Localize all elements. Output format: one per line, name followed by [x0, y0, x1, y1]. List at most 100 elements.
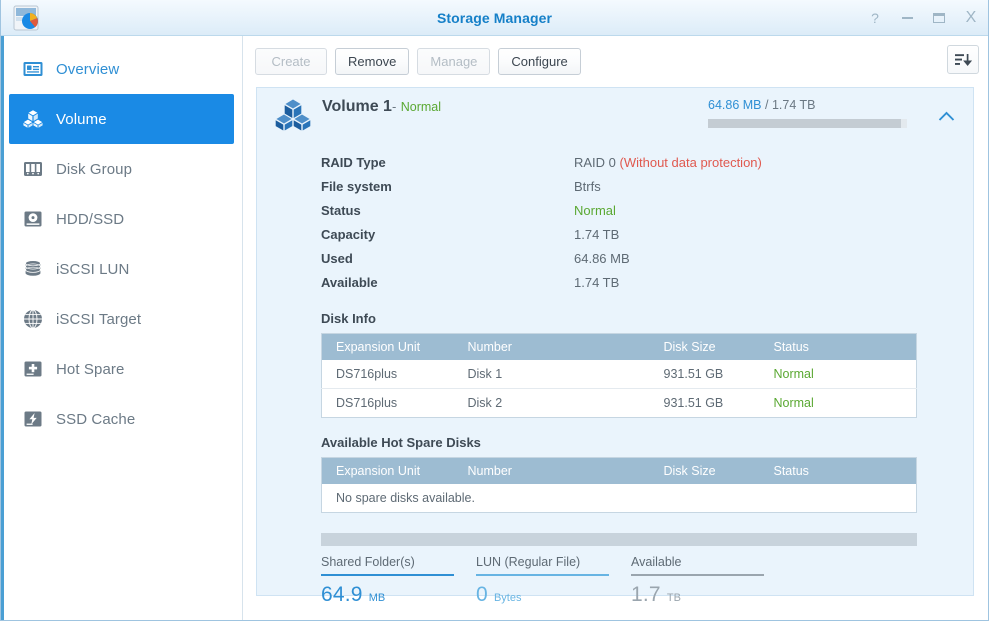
detail-value-text: RAID 0	[574, 155, 620, 170]
stat-unit: MB	[369, 592, 386, 604]
stat-unit: TB	[667, 592, 681, 604]
volume-card: Volume 1- Normal 64.86 MB / 1.74 TB	[256, 87, 974, 596]
detail-label: Available	[321, 275, 574, 290]
table-row[interactable]: DS716plus Disk 2 931.51 GB Normal	[322, 389, 917, 418]
detail-value: 1.74 TB	[574, 275, 619, 290]
hot-spare-title: Available Hot Spare Disks	[321, 435, 973, 450]
sidebar-item-hdd-ssd[interactable]: HDD/SSD	[9, 194, 234, 244]
close-icon[interactable]: X	[962, 9, 980, 27]
iscsi-lun-icon	[22, 258, 44, 280]
storage-manager-icon	[11, 3, 41, 33]
stat-label: Shared Folder(s)	[321, 555, 454, 574]
empty-message: No spare disks available.	[322, 484, 917, 513]
usage-divider: /	[765, 98, 768, 112]
hot-spare-icon	[22, 358, 44, 380]
create-button[interactable]: Create	[255, 48, 327, 75]
stat-value: 0 Bytes	[476, 583, 609, 607]
content-area: Create Remove Manage Configure	[243, 36, 988, 620]
chevron-up-icon[interactable]	[938, 109, 955, 120]
detail-row: Capacity 1.74 TB	[321, 222, 973, 246]
stat-available: Available 1.7 TB	[631, 555, 764, 607]
usage-stats-row: Shared Folder(s) 64.9 MB LUN (Regular Fi…	[321, 555, 917, 607]
column-header-spacer	[878, 458, 917, 484]
sidebar-item-iscsi-target[interactable]: iSCSI Target	[9, 294, 234, 344]
stat-value: 64.9 MB	[321, 583, 454, 607]
volume-header: Volume 1- Normal 64.86 MB / 1.74 TB	[257, 88, 973, 140]
table-header-row: Expansion Unit Number Disk Size Status	[322, 458, 917, 484]
cell-number: Disk 1	[454, 360, 650, 389]
stat-label: Available	[631, 555, 764, 574]
detail-value: 1.74 TB	[574, 227, 619, 242]
column-header-disk-size[interactable]: Disk Size	[650, 334, 760, 360]
volume-usage-bar	[708, 119, 907, 128]
sidebar-item-overview[interactable]: Overview	[9, 44, 234, 94]
detail-row: Status Normal	[321, 198, 973, 222]
sidebar-item-label: Overview	[56, 61, 119, 78]
detail-value: Normal	[574, 203, 616, 218]
detail-row: File system Btrfs	[321, 174, 973, 198]
table-row[interactable]: DS716plus Disk 1 931.51 GB Normal	[322, 360, 917, 389]
column-header-number[interactable]: Number	[454, 334, 650, 360]
stat-number: 64.9	[321, 583, 363, 606]
manage-button[interactable]: Manage	[417, 48, 490, 75]
column-header-expansion-unit[interactable]: Expansion Unit	[322, 458, 454, 484]
volume-title-separator: -	[392, 99, 396, 114]
usage-stats-bar	[321, 533, 917, 546]
volume-name: Volume 1	[322, 98, 392, 115]
table-empty-row: No spare disks available.	[322, 484, 917, 513]
cell-number: Disk 2	[454, 389, 650, 418]
stat-value: 1.7 TB	[631, 583, 764, 607]
column-header-status[interactable]: Status	[760, 458, 878, 484]
window-titlebar: Storage Manager ? X	[1, 0, 988, 36]
stat-label: LUN (Regular File)	[476, 555, 609, 574]
stat-number: 1.7	[631, 583, 661, 606]
detail-value: 64.86 MB	[574, 251, 630, 266]
column-header-disk-size[interactable]: Disk Size	[650, 458, 760, 484]
sidebar-item-label: Volume	[56, 111, 107, 128]
stat-number: 0	[476, 583, 488, 606]
stat-shared-folders: Shared Folder(s) 64.9 MB	[321, 555, 454, 607]
volume-usage-text: 64.86 MB / 1.74 TB	[708, 98, 918, 112]
toolbar: Create Remove Manage Configure	[243, 43, 988, 79]
configure-button[interactable]: Configure	[498, 48, 580, 75]
sidebar-item-iscsi-lun[interactable]: iSCSI LUN	[9, 244, 234, 294]
sidebar-item-ssd-cache[interactable]: SSD Cache	[9, 394, 234, 444]
cell-expansion-unit: DS716plus	[322, 389, 454, 418]
cell-expansion-unit: DS716plus	[322, 360, 454, 389]
maximize-icon[interactable]	[930, 9, 948, 27]
detail-label: File system	[321, 179, 574, 194]
overview-icon	[22, 58, 44, 80]
cell-status: Normal	[760, 389, 878, 418]
detail-row: Used 64.86 MB	[321, 246, 973, 270]
remove-button[interactable]: Remove	[335, 48, 409, 75]
disk-group-icon	[22, 158, 44, 180]
iscsi-target-icon	[22, 308, 44, 330]
detail-label: Used	[321, 251, 574, 266]
cell-status: Normal	[760, 360, 878, 389]
column-header-status[interactable]: Status	[760, 334, 878, 360]
table-header-row: Expansion Unit Number Disk Size Status	[322, 334, 917, 360]
detail-value: RAID 0 (Without data protection)	[574, 155, 762, 170]
sidebar-item-label: HDD/SSD	[56, 211, 124, 228]
sidebar-item-label: Disk Group	[56, 161, 132, 178]
detail-value: Btrfs	[574, 179, 601, 194]
minimize-icon[interactable]	[898, 9, 916, 27]
sidebar-item-disk-group[interactable]: Disk Group	[9, 144, 234, 194]
help-icon[interactable]: ?	[866, 9, 884, 27]
sidebar-item-label: Hot Spare	[56, 361, 124, 378]
hdd-ssd-icon	[22, 208, 44, 230]
cell-disk-size: 931.51 GB	[650, 360, 760, 389]
stat-rule	[631, 574, 764, 576]
volume-cubes-icon	[275, 97, 311, 133]
storage-manager-window: Storage Manager ? X	[0, 0, 989, 621]
sidebar-item-hot-spare[interactable]: Hot Spare	[9, 344, 234, 394]
column-header-number[interactable]: Number	[454, 458, 650, 484]
sidebar-item-label: iSCSI LUN	[56, 261, 129, 278]
hot-spare-table: Expansion Unit Number Disk Size Status N…	[321, 457, 917, 513]
column-header-spacer	[878, 334, 917, 360]
sort-descending-icon[interactable]	[947, 45, 979, 74]
column-header-expansion-unit[interactable]: Expansion Unit	[322, 334, 454, 360]
usage-stats: Shared Folder(s) 64.9 MB LUN (Regular Fi…	[321, 533, 917, 607]
sidebar-item-volume[interactable]: Volume	[9, 94, 234, 144]
volume-details: RAID Type RAID 0 (Without data protectio…	[257, 140, 973, 294]
